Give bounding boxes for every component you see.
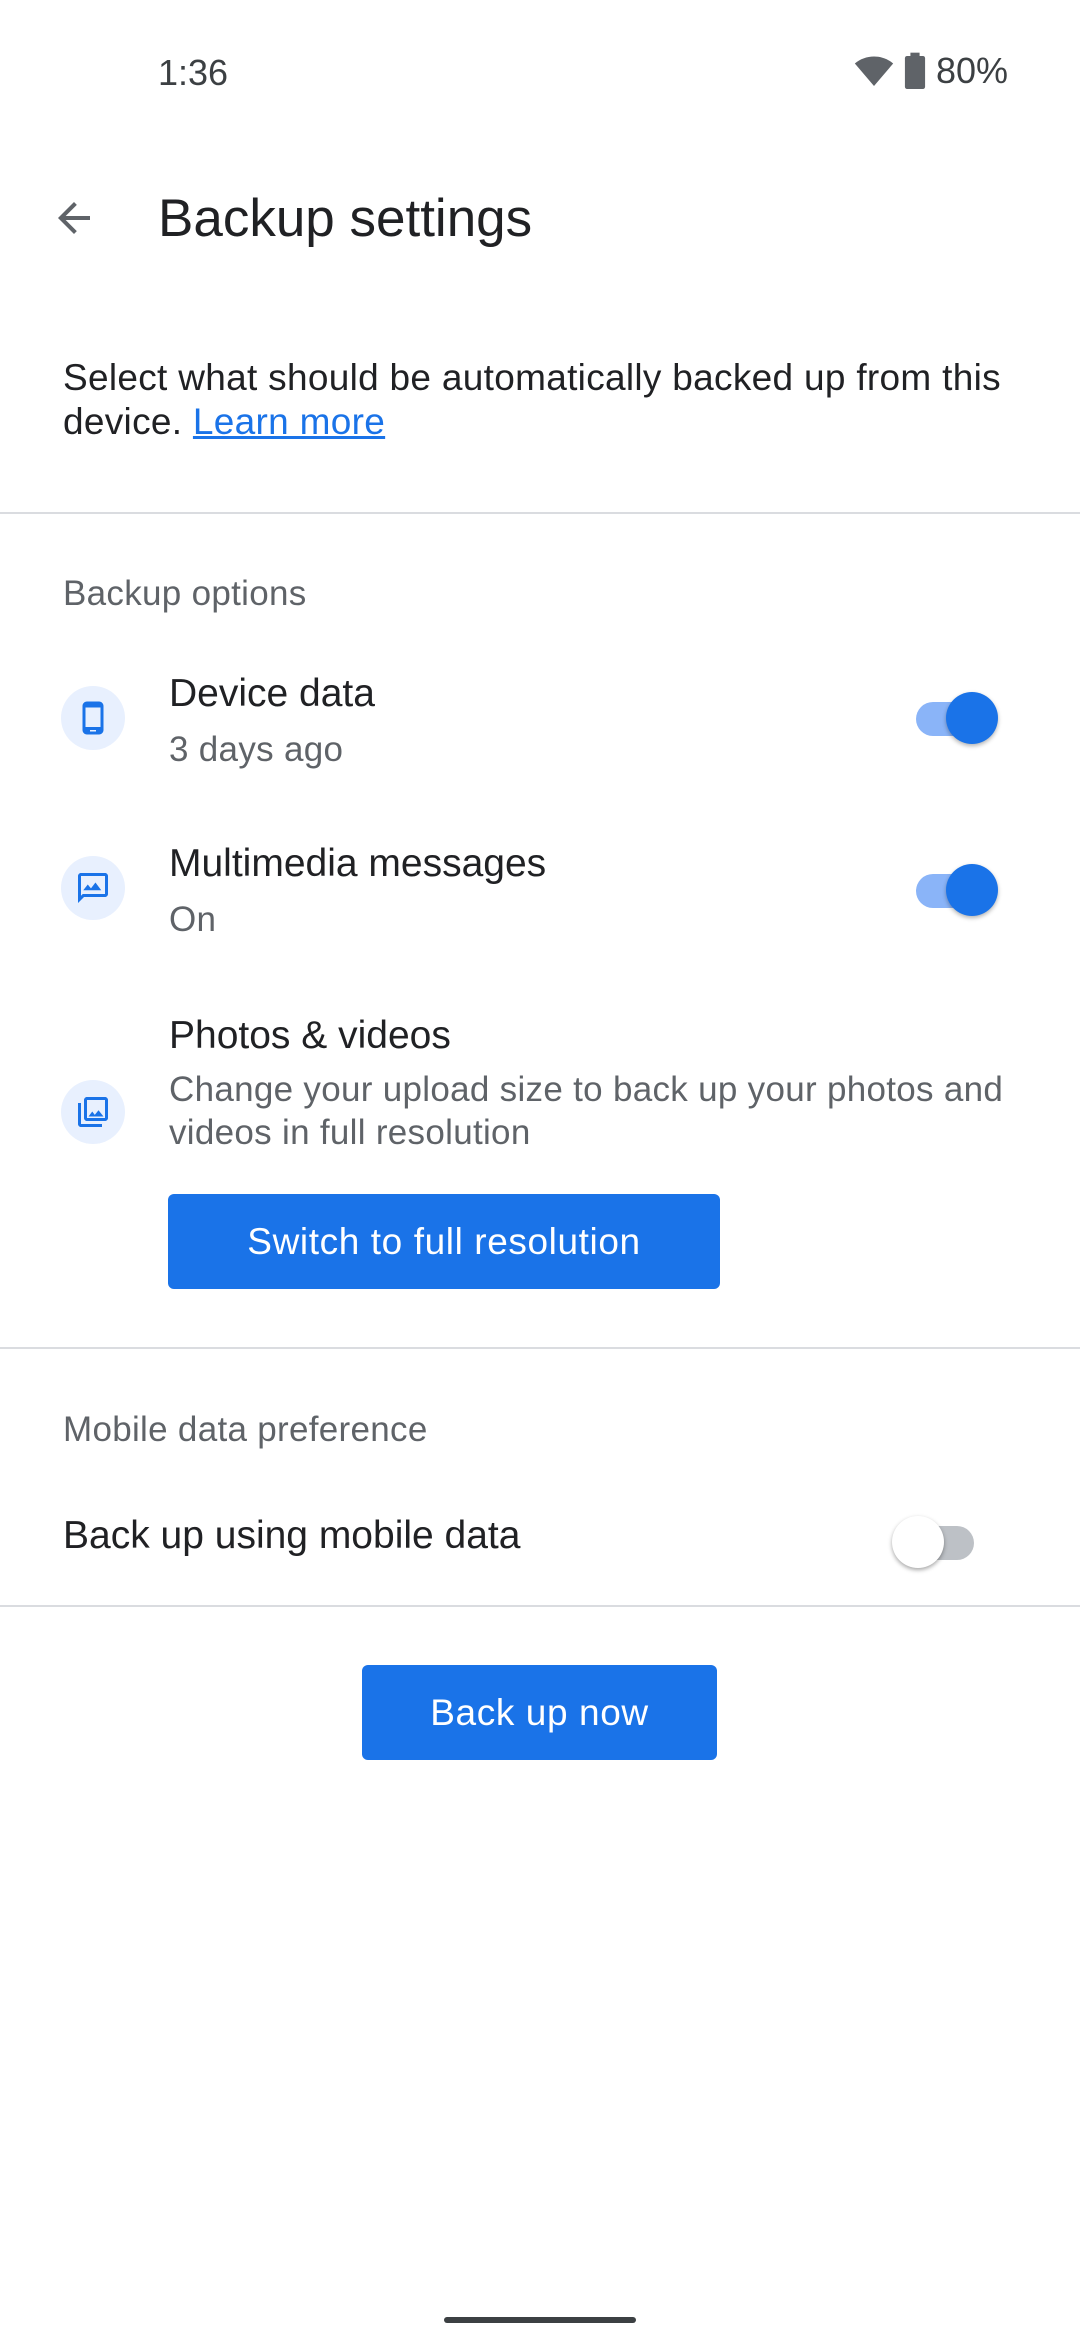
backup-options-header: Backup options bbox=[63, 574, 307, 613]
mobile-data-toggle[interactable] bbox=[892, 1512, 978, 1572]
toggle-thumb bbox=[946, 692, 998, 744]
gesture-nav-handle[interactable] bbox=[444, 2317, 636, 2323]
arrow-back-icon bbox=[50, 194, 98, 247]
learn-more-link[interactable]: Learn more bbox=[193, 401, 385, 442]
device-data-title: Device data bbox=[169, 672, 375, 715]
battery-percent: 80% bbox=[935, 50, 1008, 91]
multimedia-messages-subtitle: On bbox=[169, 900, 217, 939]
toggle-thumb bbox=[946, 864, 998, 916]
divider bbox=[0, 512, 1080, 514]
photos-videos-title: Photos & videos bbox=[169, 1014, 451, 1057]
image-message-icon bbox=[61, 856, 125, 920]
mobile-data-label: Back up using mobile data bbox=[63, 1514, 521, 1557]
back-button[interactable] bbox=[38, 184, 110, 256]
page-title: Backup settings bbox=[158, 189, 533, 248]
battery-icon bbox=[904, 52, 926, 90]
photos-videos-subtitle: Change your upload size to back up your … bbox=[169, 1070, 1004, 1152]
switch-full-resolution-button[interactable]: Switch to full resolution bbox=[168, 1194, 720, 1289]
status-bar: 1:36 80% bbox=[0, 0, 1080, 140]
multimedia-messages-row[interactable]: Multimedia messages On bbox=[0, 832, 1080, 962]
mobile-data-header: Mobile data preference bbox=[63, 1410, 428, 1449]
divider bbox=[0, 1605, 1080, 1607]
device-data-subtitle: 3 days ago bbox=[169, 730, 344, 769]
wifi-icon bbox=[854, 54, 894, 88]
divider bbox=[0, 1347, 1080, 1349]
multimedia-messages-toggle[interactable] bbox=[912, 860, 998, 920]
phone-icon bbox=[61, 686, 125, 750]
toggle-thumb bbox=[892, 1516, 944, 1568]
device-data-row[interactable]: Device data 3 days ago bbox=[0, 660, 1080, 790]
app-bar: Backup settings bbox=[0, 160, 1080, 280]
mobile-data-row[interactable]: Back up using mobile data bbox=[0, 1500, 1080, 1584]
status-icons: 80% bbox=[854, 50, 1008, 92]
photo-library-icon bbox=[61, 1080, 125, 1144]
multimedia-messages-title: Multimedia messages bbox=[169, 842, 547, 885]
status-time: 1:36 bbox=[158, 52, 229, 93]
back-up-now-button[interactable]: Back up now bbox=[362, 1665, 717, 1760]
device-data-toggle[interactable] bbox=[912, 688, 998, 748]
intro-text: Select what should be automatically back… bbox=[63, 356, 1033, 444]
